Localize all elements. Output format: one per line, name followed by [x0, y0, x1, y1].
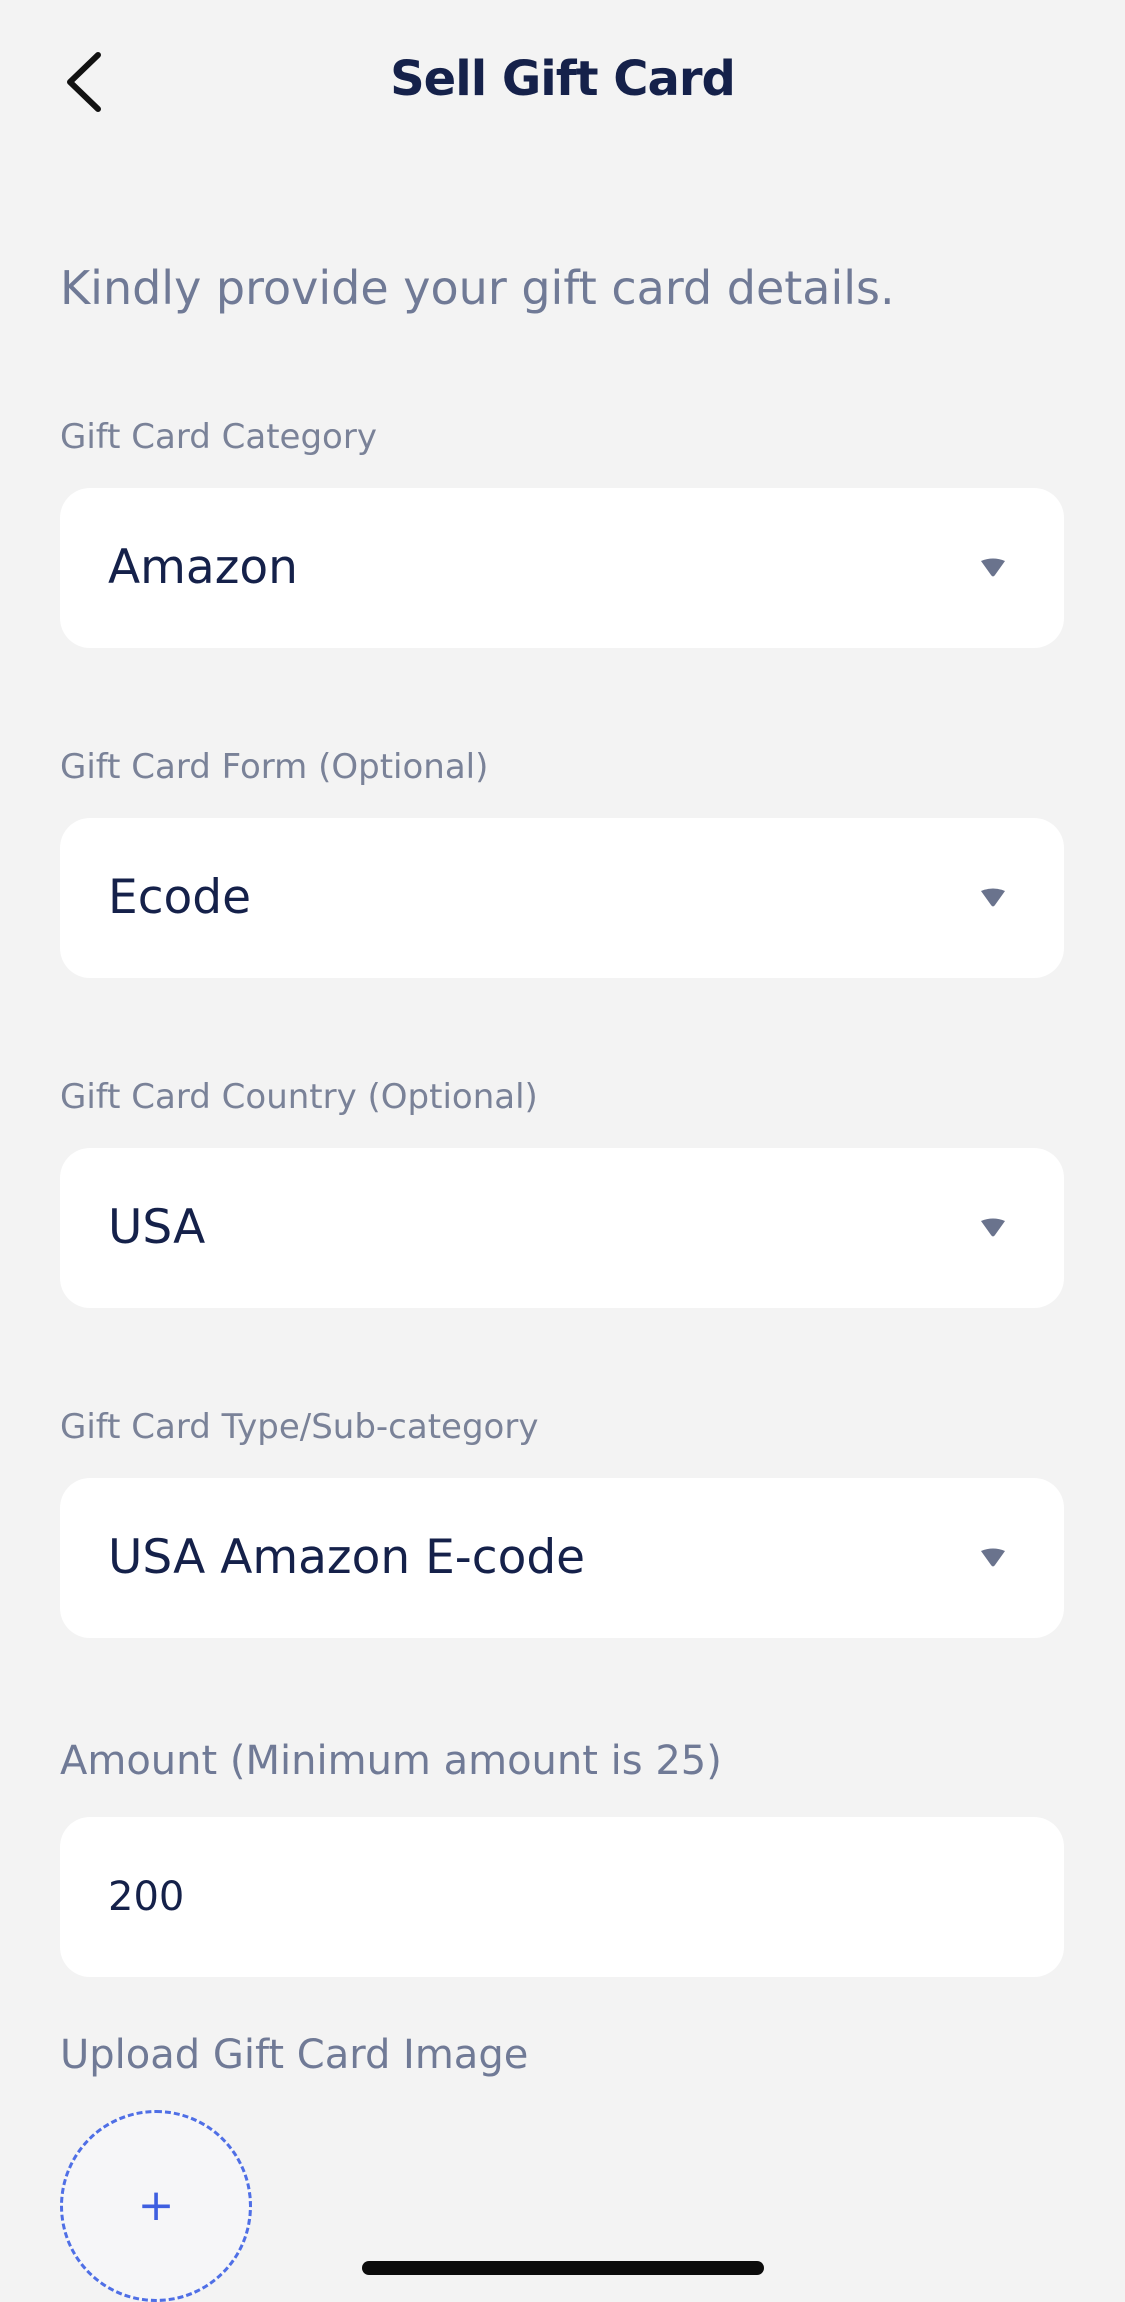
home-indicator: [362, 2261, 764, 2275]
caret-down-icon: [981, 558, 1005, 577]
caret-down-icon: [981, 888, 1005, 907]
type-label: Gift Card Type/Sub-category: [60, 1407, 539, 1447]
amount-label: Amount (Minimum amount is 25): [60, 1738, 722, 1784]
type-select[interactable]: USA Amazon E-code: [60, 1478, 1064, 1638]
country-value: USA: [108, 1200, 206, 1255]
country-label: Gift Card Country (Optional): [60, 1077, 538, 1117]
upload-label: Upload Gift Card Image: [60, 2032, 529, 2078]
amount-input[interactable]: 200: [60, 1817, 1064, 1977]
amount-value: 200: [108, 1874, 185, 1920]
type-value: USA Amazon E-code: [108, 1530, 586, 1585]
form-label: Gift Card Form (Optional): [60, 747, 489, 787]
header: Sell Gift Card: [0, 0, 1125, 160]
upload-image-button[interactable]: +: [60, 2110, 252, 2302]
form-instructions: Kindly provide your gift card details.: [60, 261, 895, 315]
category-select[interactable]: Amazon: [60, 488, 1064, 648]
caret-down-icon: [981, 1548, 1005, 1567]
country-select[interactable]: USA: [60, 1148, 1064, 1308]
category-value: Amazon: [108, 540, 298, 595]
caret-down-icon: [981, 1218, 1005, 1237]
plus-icon: +: [137, 2180, 175, 2231]
form-select[interactable]: Ecode: [60, 818, 1064, 978]
category-label: Gift Card Category: [60, 417, 377, 457]
form-value: Ecode: [108, 870, 252, 925]
page-title: Sell Gift Card: [390, 51, 736, 107]
